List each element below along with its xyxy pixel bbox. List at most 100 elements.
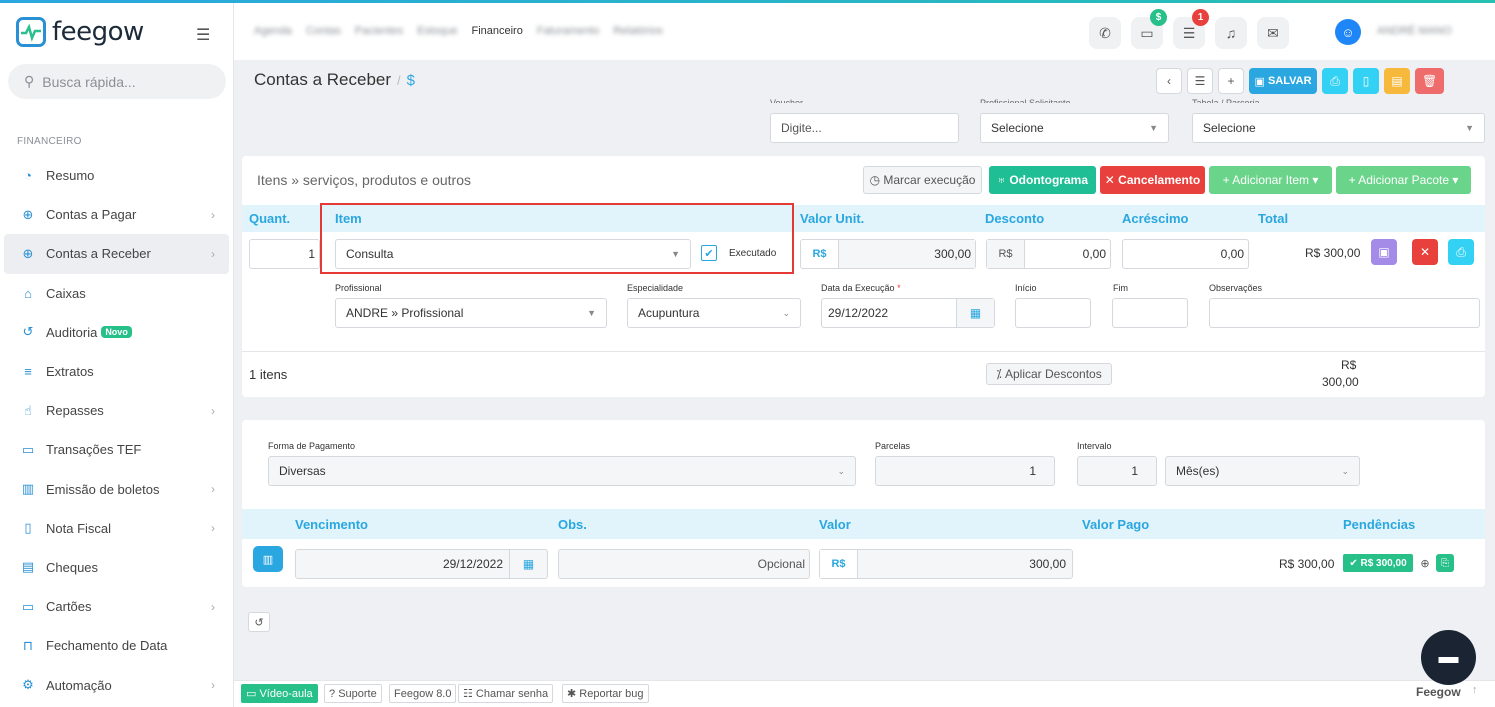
sidebar-item-contas-a-receber[interactable]: ⊕ Contas a Receber › xyxy=(4,234,229,274)
camera-button[interactable]: ▣ xyxy=(1371,239,1397,265)
col-acrescimo: Acréscimo xyxy=(1122,211,1189,226)
nav-link[interactable]: Contas xyxy=(306,25,341,37)
user-avatar-icon[interactable]: ☺ xyxy=(1335,19,1361,45)
print-button[interactable]: ⎙ xyxy=(1322,68,1348,94)
chamar-senha-button[interactable]: ☷ Chamar senha xyxy=(458,684,554,703)
odontograma-button[interactable]: ♅ Odontograma xyxy=(989,166,1096,194)
cancelamento-button[interactable]: ✕ Cancelamento xyxy=(1100,166,1205,194)
boleto-barcode-button[interactable]: ▥ xyxy=(253,546,283,572)
nav-link[interactable]: Pacientes xyxy=(355,25,403,37)
obs-input[interactable]: Opcional xyxy=(558,549,810,579)
chevron-down-icon: ⌄ xyxy=(837,465,845,476)
paid-badge-label: R$ 300,00 xyxy=(1360,557,1407,569)
sidebar-item-nota-fiscal[interactable]: ▯ Nota Fiscal › xyxy=(4,509,229,548)
inicio-input[interactable] xyxy=(1015,298,1091,328)
nav-link[interactable]: Agenda xyxy=(254,25,292,37)
required-asterisk: * xyxy=(897,283,901,293)
sidebar-item-label: Automação xyxy=(46,677,112,693)
attach-icon[interactable]: ⎘ xyxy=(1436,554,1454,572)
remove-item-button[interactable]: ✕ xyxy=(1412,239,1438,265)
hamburger-menu-icon[interactable]: ☰ xyxy=(196,25,210,45)
sidebar-item-automa-o[interactable]: ⚙ Automação › xyxy=(4,665,229,704)
sidebar-item-label: Contas a Receber xyxy=(46,246,151,262)
observacoes-input[interactable] xyxy=(1209,298,1480,328)
tasks-icon[interactable]: ☰ 1 xyxy=(1173,9,1209,49)
sidebar-item-cart-es[interactable]: ▭ Cartões › xyxy=(4,587,229,626)
chat-icon[interactable]: ✉ xyxy=(1257,17,1289,49)
sidebar-item-extratos[interactable]: ≡ Extratos xyxy=(4,352,229,391)
nav-link[interactable]: Relatórios xyxy=(613,25,663,37)
chat-bubble-button[interactable]: ▬ xyxy=(1421,630,1476,685)
profissional-select[interactable]: ANDRE » Profissional ▼ xyxy=(335,298,607,328)
data-execucao-input[interactable]: 29/12/2022 ▦ xyxy=(821,298,995,328)
valor-unit-input[interactable]: R$ 300,00 xyxy=(800,239,976,269)
sidebar-item-fechamento-de-data[interactable]: ⊓ Fechamento de Data xyxy=(4,626,229,665)
suporte-button[interactable]: ? Suporte xyxy=(324,684,382,703)
phone-icon[interactable]: ✆ xyxy=(1089,17,1121,49)
especialidade-label: Especialidade xyxy=(627,283,684,293)
acrescimo-input[interactable]: 0,00 xyxy=(1122,239,1249,269)
periodo-select[interactable]: Mês(es) ⌄ xyxy=(1165,456,1360,486)
aplicar-descontos-button[interactable]: ⁒ Aplicar Descontos xyxy=(986,363,1112,385)
solicitante-label: Profissional Solicitante xyxy=(980,98,1071,103)
calendar-icon[interactable]: ▦ xyxy=(956,299,994,327)
tabela-select[interactable]: Selecione ▼ xyxy=(1192,113,1485,143)
parcelas-input[interactable]: 1 xyxy=(875,456,1055,486)
back-button[interactable]: ‹ xyxy=(1156,68,1182,94)
sidebar-item-cheques[interactable]: ▤ Cheques xyxy=(4,548,229,587)
paid-status-badge[interactable]: ✔ R$ 300,00 xyxy=(1343,554,1413,572)
quantity-input[interactable]: 1 xyxy=(249,239,320,269)
lock-icon: ⊓ xyxy=(22,637,34,653)
solicitante-select[interactable]: Selecione ▼ xyxy=(980,113,1169,143)
breadcrumb-current[interactable]: $ xyxy=(407,72,415,89)
quick-search-input[interactable]: ⚲ Busca rápida... xyxy=(8,64,226,99)
calendar-icon[interactable]: ▦ xyxy=(509,550,547,578)
document-button[interactable]: ▯ xyxy=(1353,68,1379,94)
valor-input[interactable]: R$ 300,00 xyxy=(819,549,1073,579)
add-item-button[interactable]: + Adicionar Item ▾ xyxy=(1209,166,1332,194)
save-button[interactable]: ▣ SALVAR xyxy=(1249,68,1317,94)
version-button[interactable]: Feegow 8.0 xyxy=(389,684,457,703)
intervalo-input[interactable]: 1 xyxy=(1077,456,1157,486)
credit-card-icon: ▭ xyxy=(21,598,35,614)
list-button[interactable]: ☰ xyxy=(1187,68,1213,94)
sidebar-item-emiss-o-de-boletos[interactable]: ▥ Emissão de boletos › xyxy=(4,470,229,509)
caret-down-icon: ▼ xyxy=(587,308,596,318)
history-icon[interactable]: ↺ xyxy=(248,612,270,632)
tabela-value: Selecione xyxy=(1203,121,1256,135)
especialidade-select[interactable]: Acupuntura ⌄ xyxy=(627,298,801,328)
version-label: Feegow 8.0 xyxy=(394,687,452,700)
logo[interactable]: feegow xyxy=(16,17,144,47)
desconto-input[interactable]: R$ 0,00 xyxy=(986,239,1111,269)
nav-link[interactable]: Financeiro xyxy=(471,25,522,37)
arrow-down-circle-icon: ⊕ xyxy=(22,245,34,261)
bell-icon[interactable]: ♫ xyxy=(1215,17,1247,49)
sidebar-item-auditoria[interactable]: ↺ Auditoria Novo xyxy=(4,313,229,352)
marcar-execucao-button[interactable]: ◷ Marcar execução xyxy=(863,166,982,194)
receipt-button[interactable]: ▤ xyxy=(1384,68,1410,94)
zoom-icon[interactable]: ⊕ xyxy=(1417,554,1433,572)
fim-input[interactable] xyxy=(1112,298,1188,328)
sidebar-item-resumo[interactable]: ◔ Resumo xyxy=(4,156,229,195)
vencimento-input[interactable]: 29/12/2022 ▦ xyxy=(295,549,548,579)
sidebar-item-contas-a-pagar[interactable]: ⊕ Contas a Pagar › xyxy=(4,195,229,234)
add-pacote-button[interactable]: + Adicionar Pacote ▾ xyxy=(1336,166,1471,194)
username[interactable]: ANDRÉ MANO xyxy=(1377,25,1452,37)
intervalo-label: Intervalo xyxy=(1077,441,1112,451)
delete-button[interactable]: 🗑 xyxy=(1415,68,1445,94)
scroll-top-icon[interactable]: ↑ xyxy=(1472,684,1478,696)
inbox-money-icon[interactable]: ▭ $ xyxy=(1131,9,1167,49)
nav-link[interactable]: Faturamento xyxy=(537,25,599,37)
nav-link[interactable]: Estoque xyxy=(417,25,457,37)
forma-pagamento-select[interactable]: Diversas ⌄ xyxy=(268,456,856,486)
new-button[interactable]: + xyxy=(1218,68,1244,94)
print-item-button[interactable]: ⎙ xyxy=(1448,239,1474,265)
sidebar-item-transa-es-tef[interactable]: ▭ Transações TEF xyxy=(4,430,229,469)
desconto-currency-addon[interactable]: R$ xyxy=(987,240,1025,268)
video-aula-button[interactable]: ▭ Vídeo-aula xyxy=(241,684,318,703)
voucher-input[interactable]: Digite... xyxy=(770,113,959,143)
sidebar-item-caixas[interactable]: ⌂ Caixas xyxy=(4,274,229,313)
reportar-bug-button[interactable]: ✱ Reportar bug xyxy=(562,684,649,703)
quantity-value: 1 xyxy=(308,247,315,261)
sidebar-item-repasses[interactable]: ☝ Repasses › xyxy=(4,391,229,430)
